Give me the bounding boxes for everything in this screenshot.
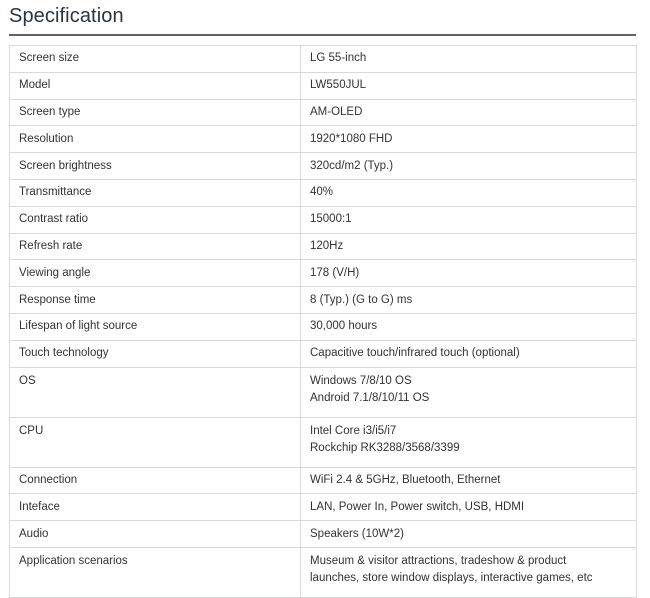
spec-value-line: AM-OLED xyxy=(310,105,363,118)
spec-value-line: 15000:1 xyxy=(310,213,352,226)
spec-table-body: Screen size LG 55-inch Model LW550JUL Screen… xyxy=(9,45,637,598)
spec-label: Screen size xyxy=(9,45,301,73)
spec-row: Viewing angle 178 (V/H) xyxy=(9,259,637,288)
spec-value-line: 320cd/m2 (Typ.) xyxy=(310,159,394,172)
spec-row: Inteface LAN, Power In, Power switch, USB… xyxy=(9,493,637,522)
spec-label: Connection xyxy=(9,466,301,495)
spec-label: Application scenarios xyxy=(9,546,301,598)
spec-row: Touch technology Capacitive touch/infrare… xyxy=(9,339,637,368)
spec-row: Model LW550JUL xyxy=(9,71,637,100)
spec-value-line: LAN, Power In, Power switch, USB, HDMI xyxy=(310,500,525,513)
spec-label: Lifespan of light source xyxy=(9,312,301,341)
spec-value: 15000:1 xyxy=(300,205,637,234)
spec-value-line: Speakers (10W*2) xyxy=(310,527,404,540)
spec-row: Screen brightness 320cd/m2 (Typ.) xyxy=(9,152,637,180)
spec-value-line: Windows 7/8/10 OS xyxy=(310,374,412,387)
spec-label: Touch technology xyxy=(9,339,301,368)
spec-value: 320cd/m2 (Typ.) xyxy=(300,152,637,180)
spec-row: Lifespan of light source 30,000 hours xyxy=(9,312,637,341)
spec-value-line: Android 7.1/8/10/11 OS xyxy=(310,391,430,404)
spec-value: Museum & visitor attractions, tradeshow … xyxy=(300,546,637,598)
title-divider xyxy=(9,34,636,36)
spec-label: Contrast ratio xyxy=(9,205,301,234)
spec-value-line: LW550JUL xyxy=(310,79,367,92)
spec-value: Capacitive touch/infrared touch (optiona… xyxy=(300,339,637,368)
spec-value: 178 (V/H) xyxy=(300,259,637,288)
spec-value: AM-OLED xyxy=(300,98,637,127)
spec-label: OS xyxy=(9,366,301,418)
spec-value: LG 55-inch xyxy=(300,45,637,73)
spec-value-line: 1920*1080 FHD xyxy=(310,132,393,145)
section-title: Specification xyxy=(9,5,124,27)
spec-value-line: launches, store window displays, interac… xyxy=(310,571,593,584)
spec-row: Resolution 1920*1080 FHD xyxy=(9,125,637,154)
spec-label: Model xyxy=(9,71,301,100)
spec-value-line: 8 (Typ.) (G to G) ms xyxy=(310,293,413,306)
spec-value-line: Museum & visitor attractions, tradeshow … xyxy=(310,554,567,567)
spec-label: Response time xyxy=(9,286,301,314)
spec-value-line: Intel Core i3/i5/i7 xyxy=(310,424,397,437)
spec-value: LAN, Power In, Power switch, USB, HDMI xyxy=(300,493,637,522)
spec-value: 120Hz xyxy=(300,232,637,261)
spec-row: CPU Intel Core i3/i5/i7 Rockchip RK3288/35… xyxy=(9,416,637,468)
spec-value-line: 40% xyxy=(310,186,334,199)
spec-value: LW550JUL xyxy=(300,71,637,100)
spec-row: Screen size LG 55-inch xyxy=(9,45,637,73)
spec-value: WiFi 2.4 & 5GHz, Bluetooth, Ethernet xyxy=(300,466,637,495)
spec-row: OS Windows 7/8/10 OS Android 7.1/8/10/11 O… xyxy=(9,366,637,418)
spec-row: Response time 8 (Typ.) (G to G) ms xyxy=(9,286,637,314)
spec-label: Audio xyxy=(9,520,301,548)
spec-value: 1920*1080 FHD xyxy=(300,125,637,154)
spec-value-line: 178 (V/H) xyxy=(310,266,360,279)
spec-value: 8 (Typ.) (G to G) ms xyxy=(300,286,637,314)
spec-label: Refresh rate xyxy=(9,232,301,261)
spec-value: Intel Core i3/i5/i7 Rockchip RK3288/3568/… xyxy=(300,416,637,468)
spec-value-line: WiFi 2.4 & 5GHz, Bluetooth, Ethernet xyxy=(310,473,501,486)
spec-value-line: LG 55-inch xyxy=(310,52,367,65)
spec-value: 40% xyxy=(300,178,637,207)
spec-value: Windows 7/8/10 OS Android 7.1/8/10/11 OS xyxy=(300,366,637,418)
spec-row: Audio Speakers (10W*2) xyxy=(9,520,637,548)
spec-label: Resolution xyxy=(9,125,301,154)
spec-value-line: 120Hz xyxy=(310,239,344,252)
spec-value-line: 30,000 hours xyxy=(310,320,378,333)
spec-row: Transmittance 40% xyxy=(9,178,637,207)
spec-label: Viewing angle xyxy=(9,259,301,288)
spec-label: Transmittance xyxy=(9,178,301,207)
spec-label: Screen type xyxy=(9,98,301,127)
spec-row: Application scenarios Museum & visitor at… xyxy=(9,546,637,598)
spec-label: Inteface xyxy=(9,493,301,522)
spec-value: Speakers (10W*2) xyxy=(300,520,637,548)
spec-value: 30,000 hours xyxy=(300,312,637,341)
spec-value-line: Capacitive touch/infrared touch (optiona… xyxy=(310,347,520,360)
spec-row: Contrast ratio 15000:1 xyxy=(9,205,637,234)
spec-label: Screen brightness xyxy=(9,152,301,180)
specification-section: Specification Screen size LG 55-inch Model… xyxy=(0,0,650,598)
spec-table: Screen size LG 55-inch Model LW550JUL Screen… xyxy=(9,45,637,598)
spec-label: CPU xyxy=(9,416,301,468)
spec-row: Refresh rate 120Hz xyxy=(9,232,637,261)
spec-row: Connection WiFi 2.4 & 5GHz, Bluetooth, Et… xyxy=(9,466,637,495)
spec-row: Screen type AM-OLED xyxy=(9,98,637,127)
spec-value-line: Rockchip RK3288/3568/3399 xyxy=(310,441,460,454)
